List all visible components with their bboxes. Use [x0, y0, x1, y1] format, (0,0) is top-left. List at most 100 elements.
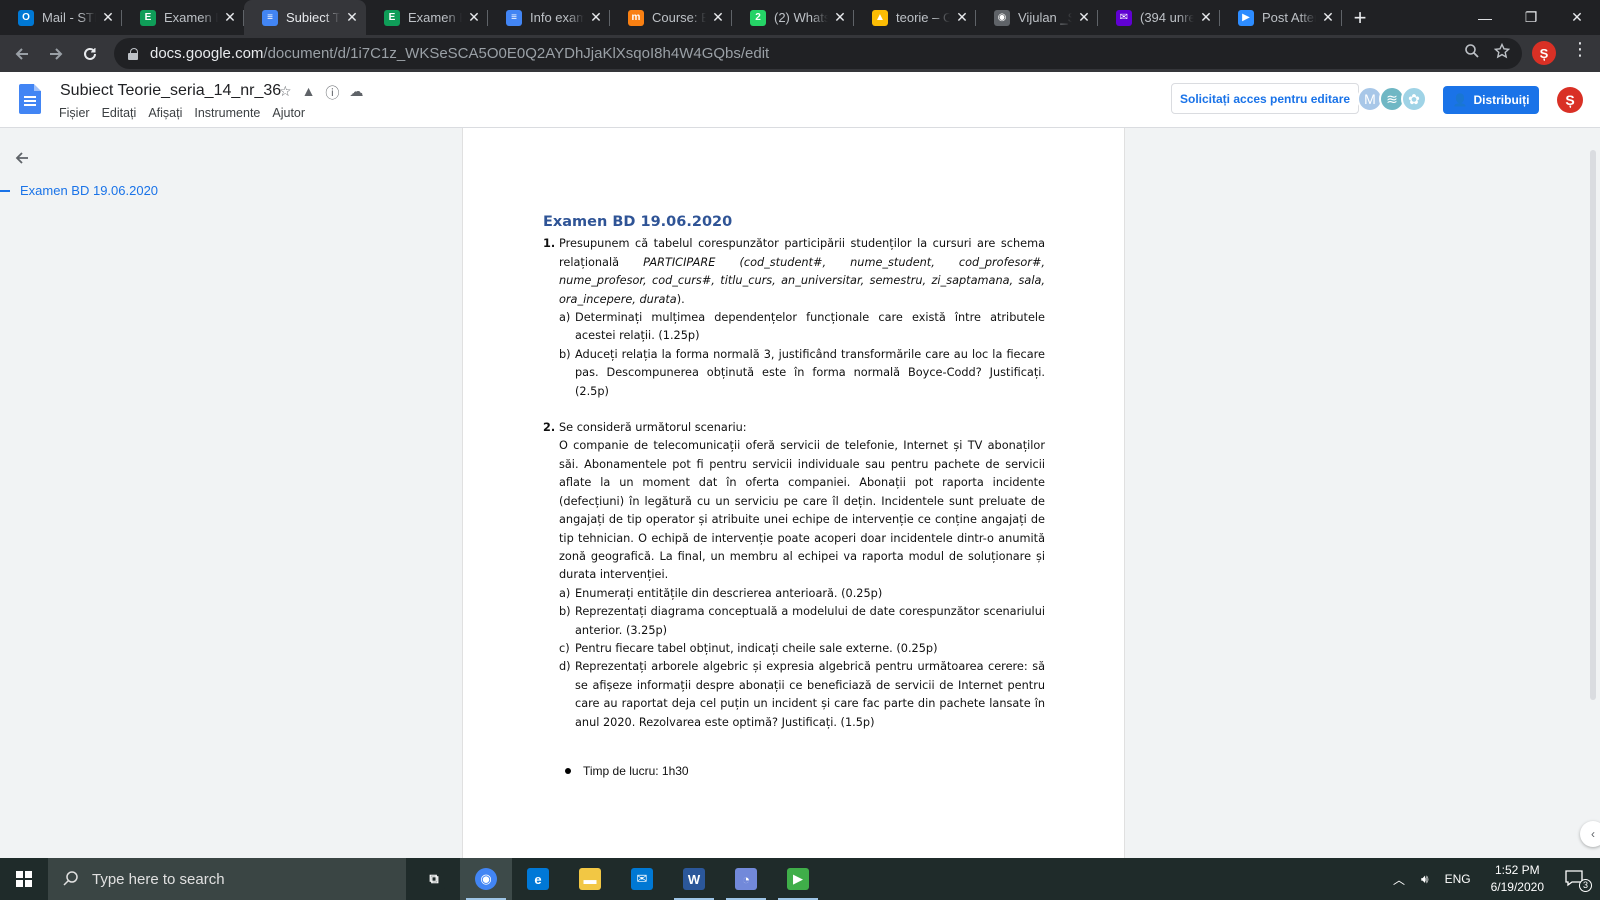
taskbar-app[interactable]: ▬ — [564, 858, 616, 900]
clock[interactable]: 1:52 PM 6/19/2020 — [1479, 862, 1556, 896]
close-tab-icon[interactable]: ✕ — [1076, 9, 1092, 26]
tab-title: Vijulan _Ș — [1018, 10, 1072, 25]
taskbar-app[interactable]: W — [668, 858, 720, 900]
outline-item-heading[interactable]: Examen BD 19.06.2020 — [0, 183, 158, 198]
document-page[interactable]: Examen BD 19.06.2020 1. Presupunem că ta… — [462, 128, 1125, 858]
browser-tab[interactable]: ≡ Info examen ✕ — [488, 0, 610, 35]
close-tab-icon[interactable]: ✕ — [1198, 9, 1214, 26]
browser-tab[interactable]: E Examen BD ✕ — [122, 0, 244, 35]
browser-tab[interactable]: ▲ teorie – Google ✕ — [854, 0, 976, 35]
close-tab-icon[interactable]: ✕ — [710, 9, 726, 26]
outline-active-marker — [0, 189, 10, 192]
cloud-status-icon[interactable]: ☁ — [349, 83, 363, 103]
reload-button[interactable] — [74, 38, 106, 70]
browser-tab[interactable]: ▶ Post Attendee ✕ — [1220, 0, 1342, 35]
browser-tab[interactable]: ✉ (394 unread) ✕ — [1098, 0, 1220, 35]
close-outline-button[interactable] — [14, 150, 30, 171]
browser-tab[interactable]: m Course: Baze ✕ — [610, 0, 732, 35]
close-tab-icon[interactable]: ✕ — [832, 9, 848, 26]
browser-tab[interactable]: ≡ Subiect Teorie ✕ — [244, 0, 366, 35]
tab-title: Post Attendee — [1262, 10, 1316, 25]
taskbar-app[interactable]: ◉ — [460, 858, 512, 900]
close-window-button[interactable]: ✕ — [1554, 0, 1600, 35]
volume-icon[interactable]: 🔊︎ — [1413, 872, 1437, 887]
language-indicator[interactable]: ENG — [1437, 872, 1479, 886]
outlook-icon: O — [18, 9, 34, 26]
question-2d: d) Reprezentați arborele algebric și expr… — [559, 660, 1045, 729]
close-tab-icon[interactable]: ✕ — [466, 9, 482, 26]
taskbar-search[interactable]: Type here to search — [48, 858, 406, 900]
zoom-icon: ▶ — [1238, 9, 1254, 26]
notification-count: 3 — [1579, 878, 1592, 892]
taskbar-app[interactable]: ▶ — [772, 858, 824, 900]
question-2-scenario: O companie de telecomunicații oferă serv… — [559, 439, 1045, 582]
notification-center-icon[interactable]: 3 — [1556, 869, 1600, 892]
question-2b: b) Reprezentați diagrama conceptuală a mo… — [559, 605, 1045, 637]
browser-tab[interactable]: 2 (2) WhatsApp ✕ — [732, 0, 854, 35]
reload-icon — [84, 47, 96, 60]
question-1-intro: Presupunem că tabelul corespunzător part… — [559, 237, 1046, 306]
tab-title: Subiect Teorie — [286, 10, 340, 25]
taskbar-app[interactable]: ✉ — [616, 858, 668, 900]
windows-logo-icon — [16, 871, 32, 887]
browser-tab[interactable]: E Examen BD ✕ — [366, 0, 488, 35]
forward-button[interactable] — [40, 38, 72, 70]
menu-item[interactable]: Instrumente — [194, 106, 260, 120]
new-tab-button[interactable]: + — [1342, 0, 1378, 35]
info-icon[interactable]: ⓘ — [325, 83, 339, 103]
close-tab-icon[interactable]: ✕ — [954, 9, 970, 26]
vertical-scrollbar[interactable] — [1590, 150, 1596, 700]
restore-button[interactable]: ❐ — [1508, 0, 1554, 35]
move-to-drive-icon[interactable]: ▲ — [302, 83, 316, 103]
bullet-list-item: Timp de lucru: 1h30 — [543, 762, 1045, 780]
teams-icon: E — [384, 9, 400, 26]
close-tab-icon[interactable]: ✕ — [1320, 9, 1336, 26]
close-tab-icon[interactable]: ✕ — [344, 9, 360, 26]
menu-item[interactable]: Fișier — [59, 106, 90, 120]
start-button[interactable] — [0, 858, 48, 900]
close-tab-icon[interactable]: ✕ — [222, 9, 238, 26]
globe-icon: ◉ — [994, 9, 1010, 26]
person-icon: 👤 — [1452, 93, 1468, 107]
menu-item[interactable]: Ajutor — [272, 106, 305, 120]
arrow-right-icon — [50, 47, 63, 60]
taskbar-app[interactable]: ◔ — [720, 858, 772, 900]
star-icon[interactable]: ☆ — [279, 83, 292, 103]
bookmark-star-icon[interactable] — [1493, 42, 1511, 64]
document-content: Examen BD 19.06.2020 1. Presupunem că ta… — [543, 213, 1045, 780]
account-avatar[interactable]: Ș — [1557, 87, 1583, 113]
browser-toolbar: docs.google.com/document/d/1i7C1z_WKSeSC… — [0, 35, 1600, 72]
side-panel-toggle-button[interactable]: ‹ — [1580, 821, 1600, 847]
question-2a: a) Enumerați entitățile din descrierea an… — [559, 586, 883, 600]
browser-tab-strip: OMail - STE✕EExamen BD✕≡Subiect Teorie✕E… — [0, 0, 1600, 35]
taskbar-app[interactable]: ⧉ — [408, 858, 460, 900]
document-title[interactable]: Subiect Teorie_seria_14_nr_36 — [60, 82, 281, 100]
back-button[interactable] — [6, 38, 38, 70]
request-edit-access-button[interactable]: Solicitați acces pentru editare — [1171, 83, 1360, 114]
media-app-icon: ▶ — [787, 868, 809, 890]
collaborator-avatar[interactable]: ✿ — [1401, 86, 1427, 112]
mail-icon: ✉ — [631, 868, 653, 890]
menu-item[interactable]: Afișați — [148, 106, 182, 120]
taskbar-app[interactable]: e — [512, 858, 564, 900]
tab-title: Mail - STE — [42, 10, 96, 25]
close-tab-icon[interactable]: ✕ — [100, 9, 116, 26]
windows-taskbar: Type here to search ⧉ ◉ e ▬ ✉ W ◔ ▶ ︿ 🔊︎ ENG 1:… — [0, 858, 1600, 900]
system-tray: ︿ 🔊︎ ENG 1:52 PM 6/19/2020 3 — [1385, 858, 1600, 900]
browser-tab[interactable]: ◉ Vijulan _Ș ✕ — [976, 0, 1098, 35]
share-button[interactable]: 👤 Distribuiți — [1443, 86, 1539, 114]
zoom-icon[interactable] — [1464, 43, 1480, 64]
address-bar[interactable]: docs.google.com/document/d/1i7C1z_WKSeSC… — [114, 38, 1522, 69]
window-controls: — ❐ ✕ — [1462, 0, 1600, 35]
browser-menu-icon[interactable]: ⋮ — [1570, 39, 1590, 60]
close-tab-icon[interactable]: ✕ — [588, 9, 604, 26]
browser-profile-avatar[interactable]: Ș — [1532, 41, 1556, 65]
minimize-button[interactable]: — — [1462, 0, 1508, 35]
google-docs-icon: ≡ — [262, 9, 278, 26]
docs-header: Subiect Teorie_seria_14_nr_36 ☆ ▲ ⓘ ☁ Fi… — [0, 72, 1600, 128]
google-docs-logo-icon[interactable] — [19, 84, 41, 114]
menu-item[interactable]: Editați — [102, 106, 137, 120]
chevron-up-icon[interactable]: ︿ — [1385, 871, 1413, 888]
browser-tab[interactable]: O Mail - STE ✕ — [0, 0, 122, 35]
lock-icon — [128, 47, 138, 60]
